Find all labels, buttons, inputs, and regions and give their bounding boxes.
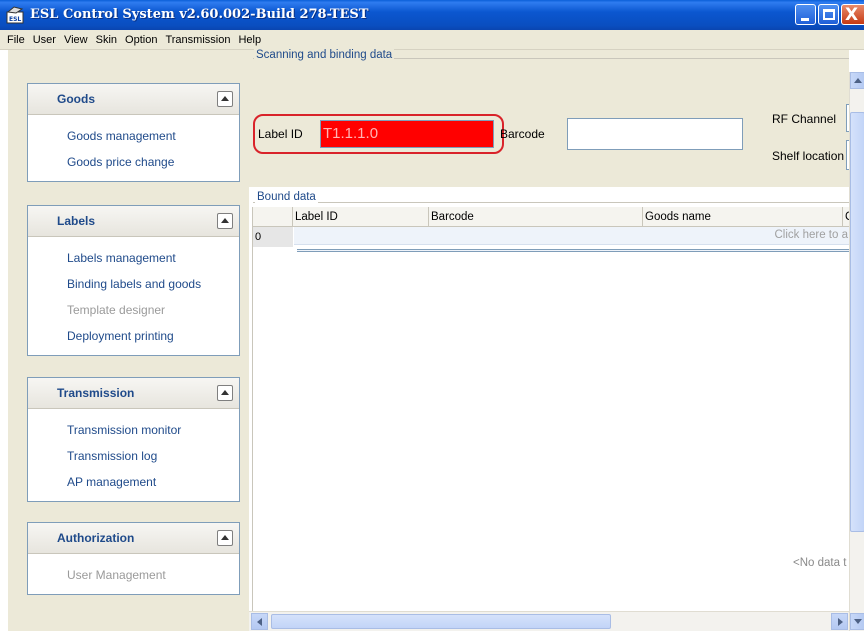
menu-file[interactable]: File: [3, 34, 29, 46]
bound-legend: Bound data: [255, 191, 318, 203]
nav-transmission-log[interactable]: Transmission log: [28, 443, 239, 469]
minimize-icon: [801, 18, 809, 21]
nav-binding-labels-and-goods[interactable]: Binding labels and goods: [28, 271, 239, 297]
grid-header: Label ID Barcode Goods name C: [253, 207, 850, 227]
nav-deployment-printing[interactable]: Deployment printing: [28, 323, 239, 349]
authorization-collapse-button[interactable]: [217, 530, 233, 546]
column-goods-name[interactable]: Goods name: [643, 207, 843, 227]
label-id-label: Label ID: [258, 127, 303, 141]
nav-goods-management[interactable]: Goods management: [28, 123, 239, 149]
authorization-group-title: Authorization: [57, 531, 135, 545]
chevron-up-icon: [221, 218, 229, 223]
vertical-scroll-thumb[interactable]: [850, 112, 864, 532]
arrow-down-icon: [854, 619, 862, 624]
close-icon: X: [845, 5, 859, 25]
no-data-text: <No data t: [793, 557, 847, 569]
labels-collapse-button[interactable]: [217, 213, 233, 229]
chevron-up-icon: [221, 96, 229, 101]
bound-fieldset-border: [253, 202, 849, 203]
menu-skin[interactable]: Skin: [92, 34, 121, 46]
main-content: Scanning and binding data Label ID T1.1.…: [249, 49, 864, 631]
labels-group-title: Labels: [57, 214, 96, 228]
maximize-button[interactable]: [818, 4, 839, 25]
close-button[interactable]: X: [841, 4, 864, 25]
scan-legend: Scanning and binding data: [254, 49, 395, 61]
new-row-hint: Click here to a: [774, 229, 848, 241]
row-header-column: 0: [253, 227, 293, 611]
title-bar: ESL ESL Control System v2.60.002-Build 2…: [0, 0, 864, 30]
nav-labels-management[interactable]: Labels management: [28, 245, 239, 271]
shelf-location-label: Shelf location: [772, 149, 845, 163]
menu-user[interactable]: User: [29, 34, 60, 46]
arrow-left-icon: [257, 618, 262, 626]
goods-collapse-button[interactable]: [217, 91, 233, 107]
label-id-input[interactable]: T1.1.1.0: [320, 120, 494, 148]
goods-group: Goods Goods management Goods price chang…: [27, 83, 240, 182]
detail-row-separator: [297, 249, 850, 252]
transmission-group: Transmission Transmission monitor Transm…: [27, 377, 240, 502]
barcode-label: Barcode: [500, 127, 545, 141]
column-barcode[interactable]: Barcode: [429, 207, 643, 227]
menu-help[interactable]: Help: [234, 34, 265, 46]
scroll-down-button[interactable]: [850, 613, 864, 630]
bound-data-grid[interactable]: Label ID Barcode Goods name C 0 Click he…: [252, 207, 850, 611]
arrow-right-icon: [838, 618, 843, 626]
nav-goods-price-change[interactable]: Goods price change: [28, 149, 239, 175]
labels-group-header[interactable]: Labels: [28, 206, 239, 237]
vertical-scrollbar[interactable]: [849, 72, 864, 631]
navigation-pane: Goods Goods management Goods price chang…: [8, 50, 249, 631]
svg-text:ESL: ESL: [9, 16, 21, 23]
grid-corner: [253, 207, 293, 227]
horizontal-scrollbar[interactable]: [249, 611, 849, 631]
nav-transmission-monitor[interactable]: Transmission monitor: [28, 417, 239, 443]
transmission-collapse-button[interactable]: [217, 385, 233, 401]
scroll-left-button[interactable]: [251, 613, 268, 630]
menu-bar: File User View Skin Option Transmission …: [0, 30, 864, 50]
transmission-group-header[interactable]: Transmission: [28, 378, 239, 409]
chevron-up-icon: [221, 535, 229, 540]
arrow-up-icon: [854, 78, 862, 83]
barcode-input[interactable]: [567, 118, 743, 150]
column-label-id[interactable]: Label ID: [293, 207, 429, 227]
maximize-icon: [823, 9, 835, 20]
menu-transmission[interactable]: Transmission: [161, 34, 234, 46]
new-row[interactable]: Click here to a: [294, 227, 850, 245]
nav-ap-management[interactable]: AP management: [28, 469, 239, 495]
rf-channel-label: RF Channel: [772, 112, 837, 126]
transmission-group-title: Transmission: [57, 386, 135, 400]
authorization-group-header[interactable]: Authorization: [28, 523, 239, 554]
menu-view[interactable]: View: [60, 34, 92, 46]
minimize-button[interactable]: [795, 4, 816, 25]
goods-group-title: Goods: [57, 92, 95, 106]
scroll-up-button[interactable]: [850, 72, 864, 89]
chevron-up-icon: [221, 390, 229, 395]
scan-panel: Scanning and binding data Label ID T1.1.…: [249, 49, 864, 187]
labels-group: Labels Labels management Binding labels …: [27, 205, 240, 356]
horizontal-scroll-thumb[interactable]: [271, 614, 611, 629]
app-icon: ESL: [6, 6, 24, 24]
goods-group-header[interactable]: Goods: [28, 84, 239, 115]
menu-option[interactable]: Option: [121, 34, 161, 46]
window-title: ESL Control System v2.60.002-Build 278-T…: [30, 7, 369, 22]
authorization-group: Authorization User Management: [27, 522, 240, 595]
row-number: 0: [253, 227, 293, 247]
nav-user-management: User Management: [67, 568, 166, 582]
scroll-right-button[interactable]: [831, 613, 848, 630]
nav-template-designer: Template designer: [67, 303, 166, 317]
